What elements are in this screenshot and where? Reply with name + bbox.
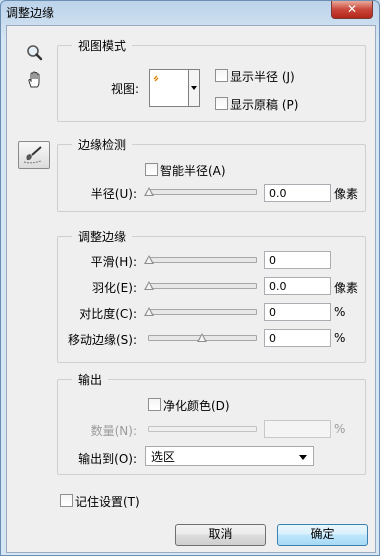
title-bar: 调整边缘 ✕ <box>1 1 379 23</box>
output-to-label: 输出到(O): <box>78 452 137 466</box>
remember-settings-checkbox[interactable] <box>60 494 73 507</box>
remember-settings-label: 记住设置(T) <box>75 495 140 509</box>
smart-radius-checkbox[interactable] <box>145 163 158 176</box>
decontaminate-label: 净化颜色(D) <box>163 399 230 413</box>
contrast-input[interactable]: 0 <box>264 303 331 321</box>
view-dropdown-button[interactable] <box>188 69 200 107</box>
output-to-select[interactable]: 选区 <box>145 446 314 466</box>
window-title: 调整边缘 <box>6 6 55 20</box>
zoom-tool[interactable] <box>25 44 45 64</box>
view-mode-legend: 视图模式 <box>72 37 133 54</box>
amount-unit: % <box>334 422 346 436</box>
view-mode-thumbnail-icon <box>153 75 159 82</box>
view-label: 视图: <box>111 82 140 96</box>
view-preview[interactable] <box>149 69 189 107</box>
feather-slider-thumb[interactable] <box>144 281 154 290</box>
edge-detection-legend: 边缘检测 <box>72 136 133 153</box>
hand-tool[interactable] <box>25 70 45 90</box>
dialog-body: 视图模式 视图: 显示半径 (J) 显示原稿 (P) 边缘检测 智能半径(A) … <box>6 25 376 553</box>
radius-slider-track[interactable] <box>148 189 257 195</box>
feather-unit: 像素 <box>334 281 359 295</box>
hand-icon <box>28 71 40 88</box>
smart-radius-label: 智能半径(A) <box>160 164 226 178</box>
show-original-checkbox[interactable] <box>215 97 228 110</box>
amount-label: 数量(N): <box>90 424 137 438</box>
shift-edge-label: 移动边缘(S): <box>67 333 137 347</box>
amount-input <box>264 420 331 438</box>
show-radius-checkbox[interactable] <box>215 69 228 82</box>
contrast-slider-track[interactable] <box>148 309 257 315</box>
contrast-label: 对比度(C): <box>79 307 137 321</box>
chevron-down-icon <box>191 86 197 90</box>
chevron-down-icon <box>299 455 307 460</box>
refine-edge-dialog: 调整边缘 ✕ 视图模式 视图: 显示半径 (J) 显示原稿 (P) 边缘检测 智… <box>0 0 380 556</box>
radius-label: 半径(U): <box>90 187 137 201</box>
show-original-label: 显示原稿 (P) <box>230 98 299 112</box>
ok-button[interactable]: 确定 <box>277 524 368 546</box>
contrast-unit: % <box>334 305 346 319</box>
shift-edge-input[interactable]: 0 <box>264 329 331 347</box>
view-mode-group: 视图模式 <box>57 37 366 122</box>
show-radius-label: 显示半径 (J) <box>230 70 295 84</box>
radius-input[interactable]: 0.0 <box>264 184 331 202</box>
output-legend: 输出 <box>72 371 109 388</box>
smooth-slider-track[interactable] <box>148 257 257 263</box>
contrast-slider-thumb[interactable] <box>144 307 154 316</box>
feather-slider-track[interactable] <box>148 283 257 289</box>
shift-edge-unit: % <box>334 331 346 345</box>
radius-slider-thumb[interactable] <box>144 187 154 196</box>
feather-input[interactable]: 0.0 <box>264 277 331 295</box>
close-button[interactable]: ✕ <box>331 1 373 19</box>
decontaminate-checkbox[interactable] <box>148 398 161 411</box>
cancel-button[interactable]: 取消 <box>175 524 266 546</box>
magnifier-icon <box>27 45 43 61</box>
smooth-slider-thumb[interactable] <box>144 255 154 264</box>
smooth-label: 平滑(H): <box>90 255 137 269</box>
smooth-input[interactable]: 0 <box>264 251 331 269</box>
output-to-value: 选区 <box>151 450 176 464</box>
refine-radius-tool[interactable] <box>18 141 50 169</box>
adjust-edge-legend: 调整边缘 <box>72 228 133 245</box>
shift-edge-slider-thumb[interactable] <box>197 333 207 342</box>
brush-icon <box>23 146 42 164</box>
amount-slider-track <box>148 426 257 432</box>
radius-unit: 像素 <box>334 187 359 201</box>
feather-label: 羽化(E): <box>92 281 137 295</box>
